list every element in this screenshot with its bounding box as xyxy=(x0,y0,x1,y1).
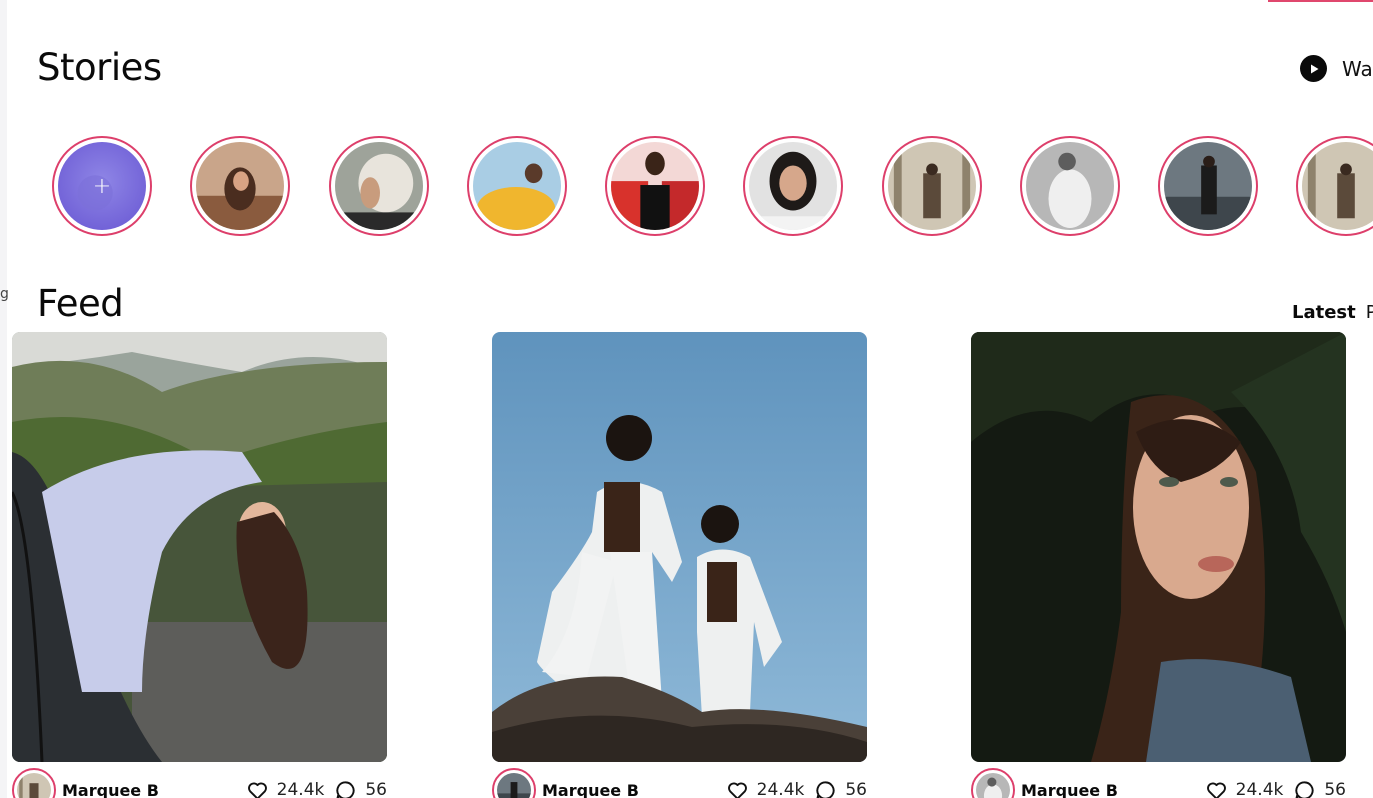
like-count: 24.4k xyxy=(1235,780,1284,798)
comment-button[interactable]: 56 xyxy=(814,779,867,798)
post-image[interactable] xyxy=(971,332,1346,762)
post-author[interactable]: Marquee B xyxy=(12,768,159,798)
like-count: 24.4k xyxy=(276,780,325,798)
post-image[interactable] xyxy=(492,332,867,762)
feed-sort-tabs: Latest P xyxy=(1292,302,1373,323)
play-icon xyxy=(1300,55,1327,82)
comment-icon xyxy=(816,780,835,798)
comment-icon xyxy=(1295,780,1314,798)
story-avatar-6[interactable] xyxy=(882,136,982,236)
post-stats: 24.4k 56 xyxy=(726,779,867,798)
stories-row: + xyxy=(52,136,1373,236)
sidebar-glyph: g xyxy=(0,286,9,302)
story-avatar-2[interactable] xyxy=(329,136,429,236)
post-meta: Marquee B 24.4k 56 xyxy=(971,768,1346,798)
comment-count: 56 xyxy=(1324,780,1346,798)
post-image[interactable] xyxy=(12,332,387,762)
watch-all-label: Wa xyxy=(1342,56,1373,81)
page: g Stories Wa + Feed Latest P Marquee B 2… xyxy=(0,0,1373,798)
post-card: Marquee B 24.4k 56 xyxy=(971,332,1346,798)
avatar xyxy=(12,768,56,798)
tab-popular[interactable]: P xyxy=(1366,302,1373,323)
author-name: Marquee B xyxy=(1021,780,1118,798)
story-avatar-8[interactable] xyxy=(1158,136,1258,236)
post-stats: 24.4k 56 xyxy=(246,779,387,798)
post-meta: Marquee B 24.4k 56 xyxy=(492,768,867,798)
post-card: Marquee B 24.4k 56 xyxy=(12,332,387,798)
top-accent-bar xyxy=(1268,0,1373,2)
comment-icon xyxy=(336,780,355,798)
add-story-button[interactable]: + xyxy=(52,136,152,236)
author-name: Marquee B xyxy=(542,780,639,798)
tab-latest[interactable]: Latest xyxy=(1292,302,1356,323)
author-name: Marquee B xyxy=(62,780,159,798)
plus-icon: + xyxy=(92,173,112,199)
avatar xyxy=(971,768,1015,798)
heart-icon xyxy=(1206,782,1226,798)
heart-icon xyxy=(247,782,267,798)
comment-button[interactable]: 56 xyxy=(1293,779,1346,798)
avatar xyxy=(492,768,536,798)
story-avatar-4[interactable] xyxy=(605,136,705,236)
sidebar-edge xyxy=(0,0,7,798)
story-avatar-5[interactable] xyxy=(743,136,843,236)
like-button[interactable]: 24.4k xyxy=(246,779,325,798)
comment-count: 56 xyxy=(365,780,387,798)
like-button[interactable]: 24.4k xyxy=(726,779,805,798)
post-author[interactable]: Marquee B xyxy=(971,768,1118,798)
post-meta: Marquee B 24.4k 56 xyxy=(12,768,387,798)
like-button[interactable]: 24.4k xyxy=(1205,779,1284,798)
watch-all-button[interactable]: Wa xyxy=(1300,55,1373,82)
story-avatar-3[interactable] xyxy=(467,136,567,236)
heart-icon xyxy=(727,782,747,798)
post-card: Marquee B 24.4k 56 xyxy=(492,332,867,798)
like-count: 24.4k xyxy=(756,780,805,798)
comment-count: 56 xyxy=(845,780,867,798)
post-author[interactable]: Marquee B xyxy=(492,768,639,798)
stories-title: Stories xyxy=(37,46,162,89)
story-avatar-9[interactable] xyxy=(1296,136,1373,236)
story-avatar-7[interactable] xyxy=(1020,136,1120,236)
feed-title: Feed xyxy=(37,282,124,325)
story-avatar-1[interactable] xyxy=(190,136,290,236)
comment-button[interactable]: 56 xyxy=(334,779,387,798)
post-stats: 24.4k 56 xyxy=(1205,779,1346,798)
